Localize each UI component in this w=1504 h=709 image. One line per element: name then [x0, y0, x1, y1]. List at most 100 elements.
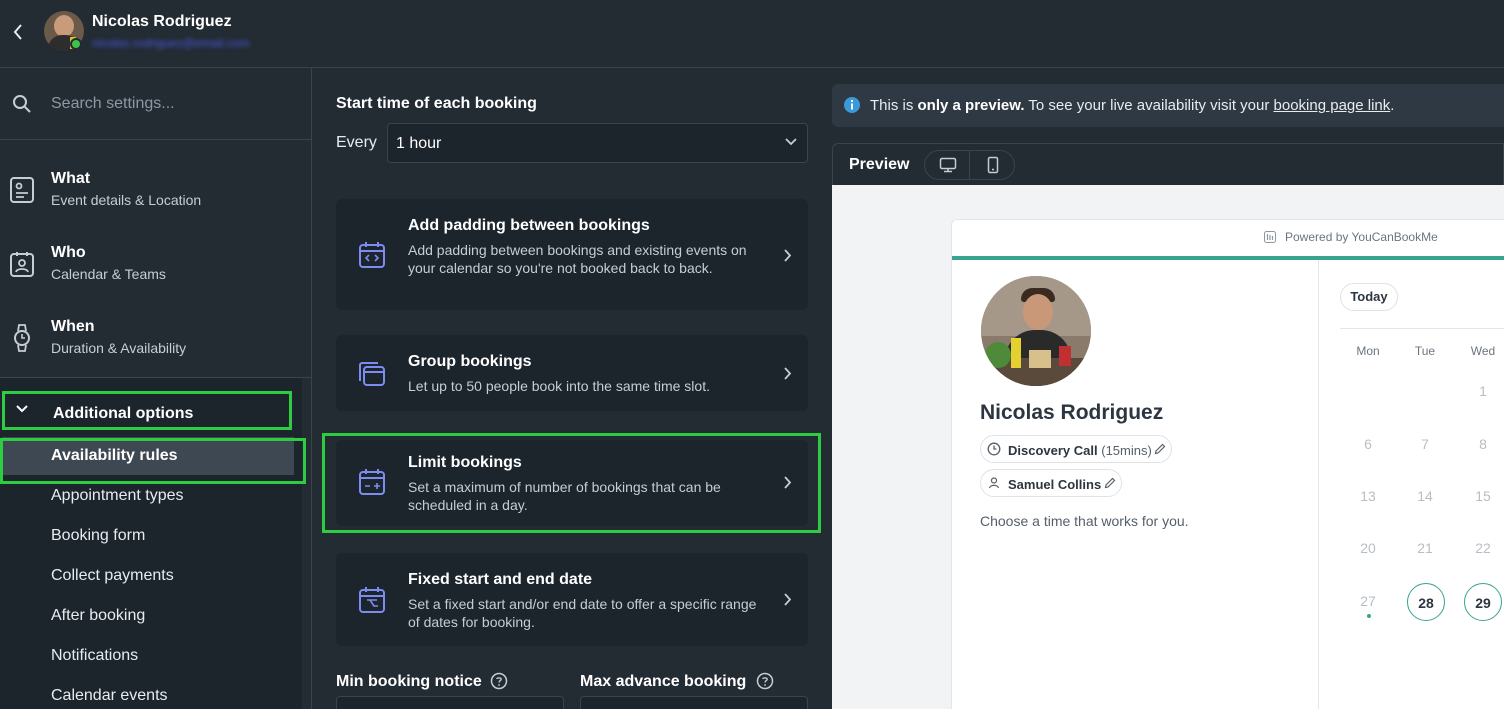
- sidebar-item-after-booking[interactable]: After booking: [51, 607, 145, 625]
- accent-bar: [952, 256, 1504, 260]
- preview-area: Powered by YouCanBookMe Nicolas Rodrigue…: [832, 185, 1504, 709]
- powered-by: Powered by YouCanBookMe: [1264, 230, 1438, 244]
- desktop-view-button[interactable]: [925, 151, 970, 179]
- divider: [1318, 260, 1319, 709]
- team-member-name: Samuel Collins: [1008, 477, 1102, 492]
- calendar-day: 22: [1475, 540, 1491, 556]
- booking-page-link[interactable]: booking page link: [1274, 97, 1391, 114]
- sidebar-item-notifications[interactable]: Notifications: [51, 647, 138, 665]
- preview-info-banner: This is only a preview. To see your live…: [832, 84, 1504, 127]
- device-toggle: [924, 150, 1015, 180]
- weekday-label: Tue: [1414, 344, 1436, 358]
- additional-options-label: Additional options: [53, 405, 194, 422]
- highlight-box: [322, 433, 821, 533]
- calendar-code-icon: [359, 242, 385, 268]
- info-icon: [844, 97, 860, 113]
- choose-time-text: Choose a time that works for you.: [980, 513, 1189, 529]
- card-title: Group bookings: [408, 353, 532, 370]
- preview-label: Preview: [849, 156, 910, 173]
- top-bar: Nicolas Rodriguez nicolas.rodriguez@emai…: [0, 0, 1504, 68]
- today-button[interactable]: Today: [1340, 283, 1398, 311]
- search-input[interactable]: [51, 90, 291, 118]
- chevron-right-icon: [784, 367, 792, 380]
- calendar-day: 1: [1479, 383, 1487, 399]
- card-title: Add padding between bookings: [408, 217, 650, 234]
- back-arrow-icon[interactable]: [8, 20, 28, 44]
- help-icon[interactable]: [490, 672, 508, 690]
- pencil-icon[interactable]: [1153, 442, 1167, 456]
- section-title: Start time of each booking: [336, 95, 537, 112]
- pencil-icon[interactable]: [1103, 476, 1117, 490]
- fixed-dates-card[interactable]: Fixed start and end date Set a fixed sta…: [336, 553, 808, 646]
- calendar-day: 14: [1417, 488, 1433, 504]
- preview-header: Preview: [832, 143, 1504, 186]
- calendar-day-available[interactable]: 29: [1464, 583, 1502, 621]
- interval-value: 1 hour: [396, 135, 442, 152]
- padding-card[interactable]: Add padding between bookings Add padding…: [336, 199, 808, 310]
- sidebar-item-booking-form[interactable]: Booking form: [51, 527, 145, 545]
- profile-photo: [981, 276, 1091, 386]
- max-advance-input[interactable]: [580, 696, 808, 709]
- search-row: [0, 68, 311, 140]
- phone-icon: [987, 156, 998, 174]
- host-name: Nicolas Rodriguez: [980, 401, 1164, 424]
- card-description: Set a fixed start and/or end date to off…: [408, 596, 757, 630]
- settings-sidebar: What Event details & Location Who Calend…: [0, 68, 312, 709]
- sidebar-item-title: When: [51, 318, 95, 335]
- sidebar-item-label: Availability rules: [51, 447, 178, 464]
- sidebar-item-calendar-events[interactable]: Calendar events: [51, 687, 168, 705]
- sidebar-item-when[interactable]: When Duration & Availability: [0, 306, 311, 376]
- sidebar-item-subtitle: Event details & Location: [51, 192, 202, 208]
- min-notice-input[interactable]: [336, 696, 564, 709]
- sidebar-item-subtitle: Duration & Availability: [51, 340, 187, 356]
- calendar-day-available[interactable]: 28: [1407, 583, 1445, 621]
- calendar-day: 20: [1360, 540, 1376, 556]
- stacked-calendars-icon: [359, 362, 385, 386]
- sidebar-item-collect-payments[interactable]: Collect payments: [51, 567, 174, 585]
- contact-icon: [10, 252, 34, 277]
- availability-rules-panel: Start time of each booking Every 1 hour …: [313, 68, 831, 709]
- person-icon: [988, 477, 1000, 489]
- info-text: This is only a preview. To see your live…: [870, 97, 1395, 114]
- sidebar-item-what[interactable]: What Event details & Location: [0, 158, 311, 228]
- calendar-range-icon: [359, 587, 385, 613]
- calendar-day: 21: [1417, 540, 1433, 556]
- user-email: nicolas.rodriguez@email.com: [92, 36, 250, 50]
- online-status-dot: [70, 38, 82, 50]
- chevron-down-icon: [785, 138, 797, 146]
- sidebar-item-subtitle: Calendar & Teams: [51, 266, 166, 282]
- today-indicator: [1367, 614, 1371, 618]
- help-icon[interactable]: [756, 672, 774, 690]
- chevron-right-icon: [784, 593, 792, 606]
- additional-options-toggle[interactable]: Additional options: [2, 391, 292, 430]
- divider: [1340, 328, 1504, 329]
- weekday-label: Wed: [1470, 344, 1496, 358]
- user-name: Nicolas Rodriguez: [92, 13, 232, 30]
- team-member-chip: Samuel Collins: [980, 469, 1122, 497]
- sidebar-item-who[interactable]: Who Calendar & Teams: [0, 232, 311, 302]
- max-advance-label: Max advance booking: [580, 673, 747, 690]
- card-title: Fixed start and end date: [408, 571, 593, 588]
- calendar-day: 13: [1360, 488, 1376, 504]
- calendar-day: 15: [1475, 488, 1491, 504]
- details-icon: [10, 177, 34, 203]
- every-label: Every: [336, 134, 377, 151]
- booking-widget: Powered by YouCanBookMe Nicolas Rodrigue…: [951, 219, 1504, 709]
- event-duration: (15mins): [1101, 443, 1152, 458]
- interval-select[interactable]: 1 hour: [387, 123, 808, 163]
- sidebar-item-appointment-types[interactable]: Appointment types: [51, 487, 184, 505]
- group-bookings-card[interactable]: Group bookings Let up to 50 people book …: [336, 335, 808, 411]
- sidebar-item-title: Who: [51, 244, 86, 261]
- watch-icon: [14, 324, 30, 352]
- search-icon: [13, 95, 31, 113]
- chevron-right-icon: [784, 249, 792, 262]
- chevron-down-icon: [16, 405, 28, 413]
- clock-icon: [987, 442, 1001, 456]
- monitor-icon: [939, 157, 956, 173]
- weekday-label: Mon: [1356, 344, 1380, 358]
- mobile-view-button[interactable]: [970, 151, 1015, 179]
- card-description: Let up to 50 people book into the same t…: [408, 378, 710, 394]
- calendar-day: 7: [1421, 436, 1429, 452]
- event-chip: Discovery Call (15mins): [980, 435, 1172, 463]
- youcanbookme-logo-icon: [1264, 231, 1276, 243]
